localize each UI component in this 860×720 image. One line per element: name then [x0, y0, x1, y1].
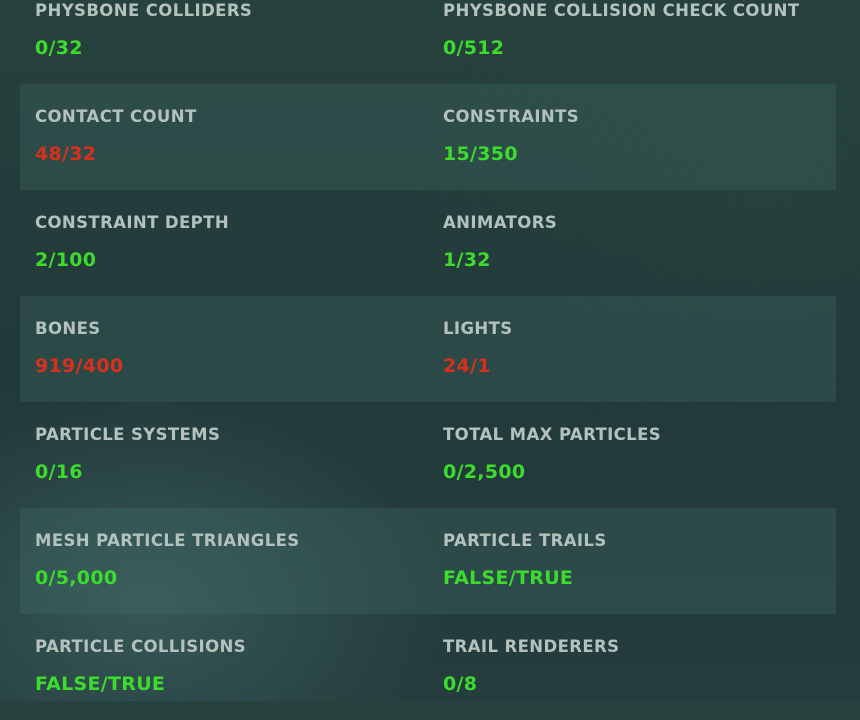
stat-label: LIGHTS: [443, 319, 513, 338]
stat-value: 1/32: [443, 249, 491, 271]
stat-value: FALSE/TRUE: [443, 567, 574, 589]
stat-contact-count: CONTACT COUNT 48/32: [20, 84, 428, 190]
stat-physbone-collision-check-count: PHYSBONE COLLISION CHECK COUNT 0/512: [428, 0, 836, 84]
stat-particle-systems: PARTICLE SYSTEMS 0/16: [20, 402, 428, 508]
stat-label: BONES: [35, 319, 101, 338]
stat-label: PARTICLE SYSTEMS: [35, 425, 221, 444]
stat-animators: ANIMATORS 1/32: [428, 190, 836, 296]
stat-value: 919/400: [35, 355, 124, 377]
stat-physbone-colliders: PHYSBONE COLLIDERS 0/32: [20, 0, 428, 84]
stat-particle-collisions: PARTICLE COLLISIONS FALSE/TRUE: [20, 614, 428, 720]
stats-row: BONES 919/400 LIGHTS 24/1: [20, 296, 836, 402]
stat-bones: BONES 919/400: [20, 296, 428, 402]
stat-label: CONTACT COUNT: [35, 107, 197, 126]
stat-label: PARTICLE COLLISIONS: [35, 637, 246, 656]
stat-trail-renderers: TRAIL RENDERERS 0/8: [428, 614, 836, 720]
stats-row: MESH PARTICLE TRIANGLES 0/5,000 PARTICLE…: [20, 508, 836, 614]
stats-row: CONTACT COUNT 48/32 CONSTRAINTS 15/350: [20, 84, 836, 190]
stat-lights: LIGHTS 24/1: [428, 296, 836, 402]
stat-value: 0/32: [35, 37, 83, 59]
stat-value: 0/2,500: [443, 461, 526, 483]
stat-constraint-depth: CONSTRAINT DEPTH 2/100: [20, 190, 428, 296]
stat-label: TOTAL MAX PARTICLES: [443, 425, 662, 444]
stats-row: PARTICLE SYSTEMS 0/16 TOTAL MAX PARTICLE…: [20, 402, 836, 508]
stat-label: CONSTRAINTS: [443, 107, 580, 126]
stats-row: PARTICLE COLLISIONS FALSE/TRUE TRAIL REN…: [20, 614, 836, 720]
stat-mesh-particle-triangles: MESH PARTICLE TRIANGLES 0/5,000: [20, 508, 428, 614]
stats-row: PHYSBONE COLLIDERS 0/32 PHYSBONE COLLISI…: [20, 0, 836, 84]
stat-value: 0/5,000: [35, 567, 118, 589]
stat-particle-trails: PARTICLE TRAILS FALSE/TRUE: [428, 508, 836, 614]
stat-value: 2/100: [35, 249, 97, 271]
stat-value: 15/350: [443, 143, 518, 165]
stat-total-max-particles: TOTAL MAX PARTICLES 0/2,500: [428, 402, 836, 508]
stats-row: CONSTRAINT DEPTH 2/100 ANIMATORS 1/32: [20, 190, 836, 296]
stat-label: CONSTRAINT DEPTH: [35, 213, 230, 232]
stat-constraints: CONSTRAINTS 15/350: [428, 84, 836, 190]
stat-label: PHYSBONE COLLISION CHECK COUNT: [443, 1, 800, 20]
stat-label: TRAIL RENDERERS: [443, 637, 620, 656]
stat-label: MESH PARTICLE TRIANGLES: [35, 531, 300, 550]
stat-label: PARTICLE TRAILS: [443, 531, 607, 550]
stat-label: ANIMATORS: [443, 213, 558, 232]
stat-value: FALSE/TRUE: [35, 673, 166, 695]
stat-value: 48/32: [35, 143, 97, 165]
stat-value: 0/16: [35, 461, 83, 483]
stat-value: 24/1: [443, 355, 491, 377]
stat-value: 0/512: [443, 37, 505, 59]
stat-label: PHYSBONE COLLIDERS: [35, 1, 253, 20]
performance-stats-grid: PHYSBONE COLLIDERS 0/32 PHYSBONE COLLISI…: [20, 0, 836, 720]
stat-value: 0/8: [443, 673, 478, 695]
